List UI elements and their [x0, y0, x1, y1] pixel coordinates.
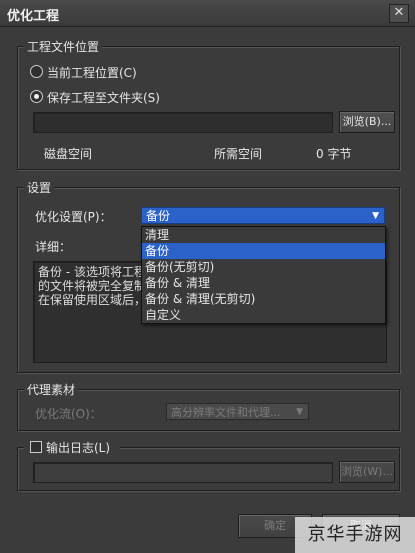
required-space-value: 0 字节 [316, 147, 352, 161]
required-space-label: 所需空间 [214, 147, 263, 161]
optimize-settings-value: 备份 [146, 209, 171, 223]
optimize-settings-select[interactable]: 备份 ▼ [141, 207, 385, 224]
settings-legend: 设置 [24, 179, 55, 196]
dropdown-option-backup-clean-nocut[interactable]: 备份 & 清理(无剪切) [142, 291, 385, 307]
output-log-label[interactable]: 输出日志(L) [46, 439, 110, 456]
details-label: 详细： [35, 240, 72, 254]
chevron-down-icon: ▼ [296, 407, 303, 417]
optimize-flow-select[interactable]: 高分辨率文件和代理... ▼ [166, 403, 309, 420]
log-browse-button[interactable]: 浏览(W)... [339, 461, 395, 483]
log-path-input[interactable] [33, 462, 333, 483]
close-icon[interactable]: ✕ [389, 4, 409, 23]
title-bar: 优化工程 ✕ [0, 0, 415, 27]
chevron-down-icon: ▼ [372, 211, 379, 221]
radio-save-to-folder[interactable] [30, 90, 43, 103]
proxy-legend: 代理素材 [24, 381, 79, 398]
output-log-checkbox[interactable] [30, 441, 42, 453]
optimize-settings-label: 优化设置(P)： [35, 210, 112, 224]
dropdown-option-custom[interactable]: 自定义 [142, 307, 385, 323]
radio-current-label[interactable]: 当前工程位置(C) [47, 64, 137, 81]
folder-path-input[interactable] [33, 112, 333, 133]
description-text: 备份 - 该选项将工程 的文件将被完全复制 在保留使用区域后， [38, 265, 147, 307]
dropdown-option-backup[interactable]: 备份 [142, 243, 385, 259]
dropdown-option-backup-clean[interactable]: 备份 & 清理 [142, 275, 385, 291]
radio-save-label[interactable]: 保存工程至文件夹(S) [47, 89, 160, 106]
browse-button[interactable]: 浏览(B)... [339, 111, 395, 133]
optimize-flow-label: 优化流(O)： [35, 407, 102, 421]
window-title: 优化工程 [7, 9, 60, 24]
dropdown-option-backup-nocut[interactable]: 备份(无剪切) [142, 259, 385, 275]
dropdown-option-clean[interactable]: 清理 [142, 227, 385, 243]
optimize-settings-dropdown: 清理 备份 备份(无剪切) 备份 & 清理 备份 & 清理(无剪切) 自定义 [141, 226, 386, 324]
optimize-flow-value: 高分辨率文件和代理... [171, 406, 281, 419]
location-legend: 工程文件位置 [24, 38, 103, 55]
disk-space-label: 磁盘空间 [44, 147, 93, 161]
radio-current-location[interactable] [30, 65, 43, 78]
watermark-logo: 京华手游网 [295, 517, 415, 553]
